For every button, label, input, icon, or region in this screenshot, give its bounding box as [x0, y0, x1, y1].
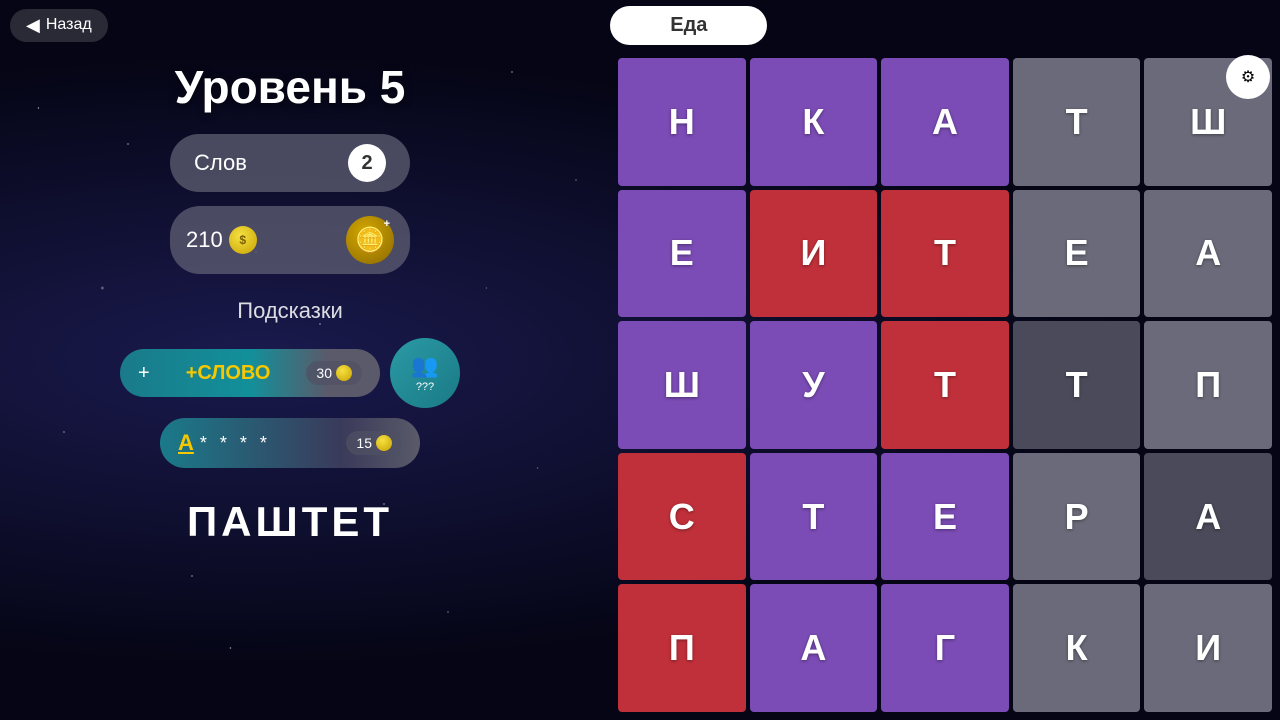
- grid-cell-6[interactable]: И: [750, 190, 878, 318]
- hint-letter-button[interactable]: А * * * * 15: [160, 418, 420, 468]
- words-label: Слов: [194, 150, 247, 176]
- coin-icon: $: [229, 226, 257, 254]
- current-word: ПАШТЕТ: [187, 498, 393, 546]
- grid-cell-24[interactable]: И: [1144, 584, 1272, 712]
- grid-cell-17[interactable]: Е: [881, 453, 1009, 581]
- words-badge: Слов 2: [170, 134, 410, 192]
- level-title: Уровень 5: [175, 60, 406, 114]
- grid-cell-22[interactable]: Г: [881, 584, 1009, 712]
- coins-value: 210: [186, 227, 223, 253]
- hint-letter-stars: * * * *: [200, 433, 271, 454]
- hint-letter-a: А: [178, 430, 194, 456]
- add-coins-button[interactable]: 🪙: [346, 216, 394, 264]
- grid-cell-9[interactable]: А: [1144, 190, 1272, 318]
- friends-hint-button[interactable]: 👥 ???: [390, 338, 460, 408]
- grid-cell-5[interactable]: Е: [618, 190, 746, 318]
- hint-letter-content: А * * * *: [178, 430, 338, 456]
- back-button[interactable]: ◀ Назад: [10, 9, 108, 42]
- grid-cell-23[interactable]: К: [1013, 584, 1141, 712]
- right-panel: НКАТШЕИТЕАШУТТПСТЕРАПАГКИ: [610, 50, 1280, 720]
- hint-word-plus: +: [138, 362, 150, 385]
- grid-cell-13[interactable]: Т: [1013, 321, 1141, 449]
- grid-cell-3[interactable]: Т: [1013, 58, 1141, 186]
- grid-cell-21[interactable]: А: [750, 584, 878, 712]
- grid-cell-8[interactable]: Е: [1013, 190, 1141, 318]
- friends-hint-label: ???: [416, 381, 434, 393]
- hint-word-cost-value: 30: [316, 365, 332, 381]
- hint-letter-coin-icon: [376, 435, 392, 451]
- hint-word-coin-icon: [336, 365, 352, 381]
- grid-cell-0[interactable]: Н: [618, 58, 746, 186]
- grid-cell-10[interactable]: Ш: [618, 321, 746, 449]
- settings-symbol: ⚙: [1241, 67, 1255, 87]
- hint-letter-row: А * * * * 15: [160, 418, 420, 468]
- grid-cell-20[interactable]: П: [618, 584, 746, 712]
- grid-cell-15[interactable]: С: [618, 453, 746, 581]
- hint-word-row: + +СЛОВО 30 👥 ???: [120, 338, 460, 408]
- grid-cell-14[interactable]: П: [1144, 321, 1272, 449]
- grid-cell-18[interactable]: Р: [1013, 453, 1141, 581]
- coins-amount: 210 $: [186, 226, 257, 254]
- top-bar: ◀ Назад Еда: [0, 0, 1280, 50]
- grid-cell-11[interactable]: У: [750, 321, 878, 449]
- grid-cell-16[interactable]: Т: [750, 453, 878, 581]
- settings-icon[interactable]: ⚙: [1226, 55, 1270, 99]
- back-label: Назад: [46, 16, 92, 34]
- hint-word-label: +СЛОВО: [158, 362, 299, 385]
- friends-icon: 👥: [411, 353, 438, 379]
- grid-cell-12[interactable]: Т: [881, 321, 1009, 449]
- coins-stack-icon: 🪙: [355, 226, 385, 255]
- hints-label: Подсказки: [237, 298, 343, 324]
- hint-letter-cost: 15: [346, 431, 402, 455]
- grid-cell-2[interactable]: А: [881, 58, 1009, 186]
- hint-letter-cost-value: 15: [356, 435, 372, 451]
- hint-word-button[interactable]: + +СЛОВО 30: [120, 349, 380, 397]
- grid-cell-19[interactable]: А: [1144, 453, 1272, 581]
- left-panel: Уровень 5 Слов 2 210 $ 🪙 Подсказки + +СЛ…: [0, 0, 580, 720]
- hint-word-cost: 30: [306, 361, 362, 385]
- coins-badge: 210 $ 🪙: [170, 206, 410, 274]
- category-title: Еда: [610, 6, 767, 45]
- game-grid: НКАТШЕИТЕАШУТТПСТЕРАПАГКИ: [618, 58, 1272, 712]
- grid-cell-1[interactable]: К: [750, 58, 878, 186]
- words-count: 2: [348, 144, 386, 182]
- grid-cell-7[interactable]: Т: [881, 190, 1009, 318]
- back-arrow-icon: ◀: [26, 15, 40, 36]
